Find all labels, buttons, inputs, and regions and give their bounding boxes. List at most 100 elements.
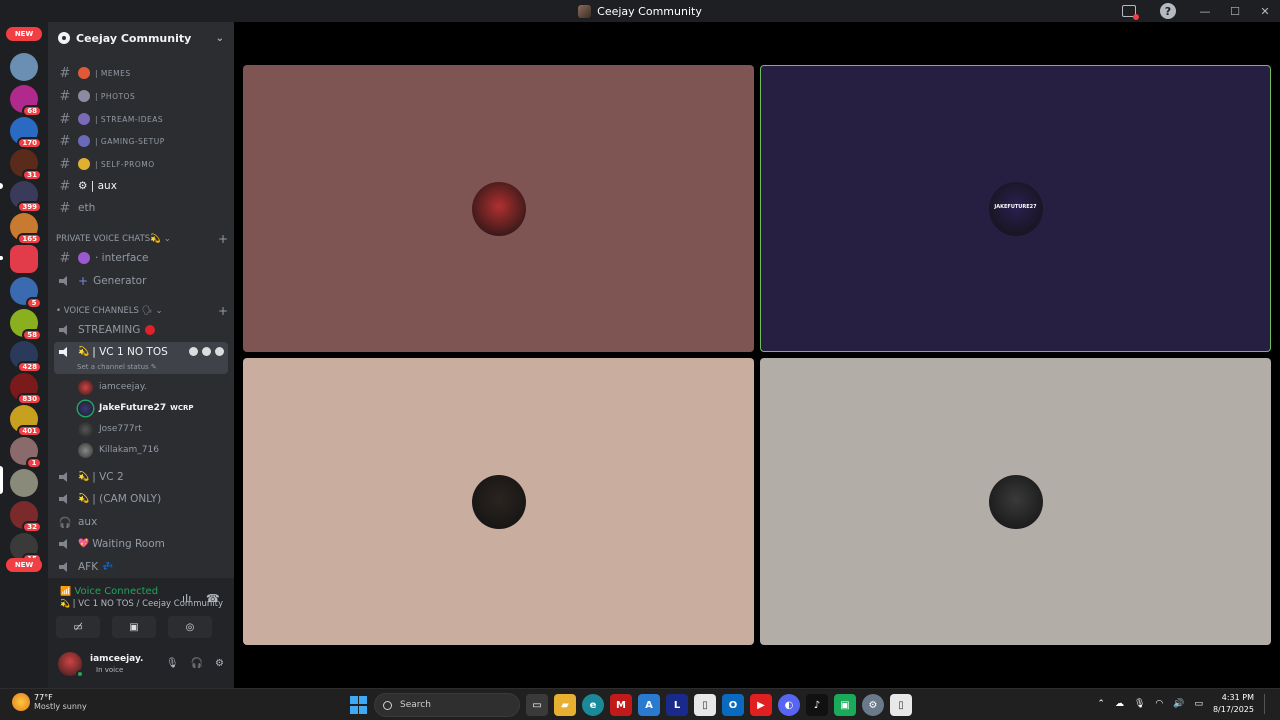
- server-icon[interactable]: 428: [10, 341, 42, 373]
- server-icon[interactable]: 31: [10, 149, 42, 181]
- minimize-button[interactable]: —: [1190, 0, 1220, 22]
- server-icon[interactable]: 401: [10, 405, 42, 437]
- onedrive-icon[interactable]: ☁: [1115, 699, 1124, 709]
- channel-interface[interactable]: # · interface: [54, 248, 228, 268]
- l-app-icon[interactable]: L: [666, 694, 688, 716]
- help-icon[interactable]: ?: [1160, 3, 1176, 19]
- gear-icon[interactable]: ⚙: [215, 658, 224, 669]
- member-name: JakeFuture27: [99, 403, 167, 413]
- invite-icon[interactable]: [202, 347, 211, 356]
- notepad-icon[interactable]: ▯: [890, 694, 912, 716]
- server-icon[interactable]: 5: [10, 277, 42, 309]
- new-badge[interactable]: NEW: [6, 27, 42, 41]
- new-badge[interactable]: NEW: [6, 558, 42, 572]
- temperature: 77°F: [34, 693, 53, 702]
- server-icon[interactable]: [10, 53, 38, 81]
- weather-widget[interactable]: 77°F Mostly sunny: [12, 693, 87, 711]
- participant-tile-speaking[interactable]: JAKEFUTURE27: [760, 65, 1271, 352]
- server-header[interactable]: Ceejay Community ⌄: [48, 22, 234, 54]
- channel-streaming[interactable]: STREAMING: [54, 320, 228, 340]
- azure-icon[interactable]: A: [638, 694, 660, 716]
- participant-tile[interactable]: [243, 65, 754, 352]
- volume-icon[interactable]: 🔊: [1173, 699, 1184, 709]
- channel-aux[interactable]: # ⚙ | aux: [54, 176, 228, 196]
- voice-channel-item[interactable]: 💖 Waiting Room: [54, 534, 228, 554]
- channel-item[interactable]: # | self-promo: [54, 154, 228, 174]
- camera-off-button[interactable]: ▭̸: [56, 616, 100, 638]
- inbox-icon[interactable]: [1122, 5, 1139, 20]
- voice-channel-item[interactable]: AFK 💤: [54, 557, 228, 577]
- voice-channel-item[interactable]: 💫 | VC 2: [54, 467, 228, 487]
- microphone-icon[interactable]: 🎙: [1134, 699, 1145, 709]
- video-stage: JAKEFUTURE27: [234, 22, 1280, 688]
- participant-tile[interactable]: [760, 358, 1271, 645]
- battery-icon[interactable]: ▭: [1194, 699, 1203, 709]
- voice-location[interactable]: 💫 | VC 1 NO TOS / Ceejay Community: [60, 599, 223, 609]
- server-icon[interactable]: 165: [10, 213, 42, 245]
- channel-status[interactable]: Set a channel status ✎: [77, 363, 157, 371]
- microphone-icon[interactable]: 🎙: [166, 658, 179, 669]
- channel-item[interactable]: # | stream-ideas: [54, 109, 228, 129]
- close-button[interactable]: ✕: [1250, 0, 1280, 22]
- maximize-button[interactable]: ☐: [1220, 0, 1250, 22]
- server-icon[interactable]: 68: [10, 85, 42, 117]
- voice-member[interactable]: Jose777rt: [78, 420, 142, 438]
- server-icon[interactable]: 830: [10, 373, 42, 405]
- voice-channel-item[interactable]: 💫 | (CAM ONLY): [54, 489, 228, 509]
- headphones-icon[interactable]: 🎧: [191, 658, 203, 669]
- edge-icon[interactable]: e: [582, 694, 604, 716]
- server-icon[interactable]: 399: [10, 181, 42, 213]
- category-private-voice[interactable]: PRIVATE VOICE CHATS💫 ⌄ +: [56, 231, 228, 247]
- channel-item[interactable]: # | memes: [54, 63, 228, 83]
- server-icon[interactable]: 170: [10, 117, 42, 149]
- chevron-up-icon[interactable]: ⌃: [1097, 699, 1105, 709]
- android-app-icon[interactable]: ▣: [834, 694, 856, 716]
- document-icon[interactable]: ▯: [694, 694, 716, 716]
- emoji-icon: 💖: [78, 539, 90, 549]
- server-icon[interactable]: [10, 469, 38, 497]
- server-icon[interactable]: 15: [10, 533, 42, 565]
- participant-tile[interactable]: [243, 358, 754, 645]
- activity-button[interactable]: ◎: [168, 616, 212, 638]
- member-name: Jose777rt: [99, 424, 142, 434]
- username[interactable]: iamceejay.: [90, 654, 143, 664]
- settings-icon[interactable]: ⚙: [862, 694, 884, 716]
- server-icon[interactable]: 1: [10, 437, 42, 469]
- mcafee-icon[interactable]: M: [610, 694, 632, 716]
- noise-suppression-icon[interactable]: ıIı: [182, 592, 194, 605]
- disconnect-icon[interactable]: ☎: [206, 592, 220, 605]
- channel-item[interactable]: # | photos: [54, 86, 228, 106]
- voice-connected-status[interactable]: 📶 Voice Connected: [60, 586, 158, 597]
- server-icon[interactable]: 58: [10, 309, 42, 341]
- outlook-icon[interactable]: O: [722, 694, 744, 716]
- channel-generator[interactable]: + Generator: [54, 271, 228, 291]
- voice-member[interactable]: iamceejay.: [78, 378, 147, 396]
- show-desktop-button[interactable]: [1264, 694, 1272, 714]
- active-voice-channel[interactable]: 💫 | VC 1 NO TOS Set a channel status ✎: [54, 342, 228, 374]
- server-rail: NEW 68 170 31 399 165 5 58 428 830 401 1 3215 NEW: [0, 22, 48, 688]
- chat-icon[interactable]: [189, 347, 198, 356]
- taskbar-search[interactable]: Search: [374, 693, 520, 717]
- task-view-icon[interactable]: ▭: [526, 694, 548, 716]
- category-voice-channels[interactable]: • VOICE CHANNELS 🗣 ⌄ +: [56, 303, 228, 319]
- file-explorer-icon[interactable]: ▰: [554, 694, 576, 716]
- tiktok-icon[interactable]: ♪: [806, 694, 828, 716]
- voice-channel-item[interactable]: 🎧 aux: [54, 512, 228, 532]
- youtube-icon[interactable]: ▶: [750, 694, 772, 716]
- channel-item[interactable]: # | gaming-setup: [54, 131, 228, 151]
- wifi-icon[interactable]: ◠: [1155, 699, 1163, 709]
- screen-share-button[interactable]: ▣: [112, 616, 156, 638]
- chevron-down-icon[interactable]: ⌄: [216, 33, 224, 44]
- channel-eth[interactable]: # eth: [54, 198, 228, 218]
- add-channel-icon[interactable]: +: [218, 232, 228, 246]
- add-channel-icon[interactable]: +: [218, 304, 228, 318]
- discord-icon[interactable]: ◐: [778, 694, 800, 716]
- voice-member[interactable]: JakeFuture27 WCRP: [78, 399, 194, 417]
- hash-icon: #: [59, 133, 71, 149]
- server-icon[interactable]: 32: [10, 501, 42, 533]
- server-icon[interactable]: [10, 245, 38, 273]
- voice-member[interactable]: Killakam_716: [78, 441, 159, 459]
- gear-icon[interactable]: [215, 347, 224, 356]
- start-button[interactable]: [350, 696, 368, 714]
- clock[interactable]: 4:31 PM 8/17/2025: [1213, 692, 1254, 716]
